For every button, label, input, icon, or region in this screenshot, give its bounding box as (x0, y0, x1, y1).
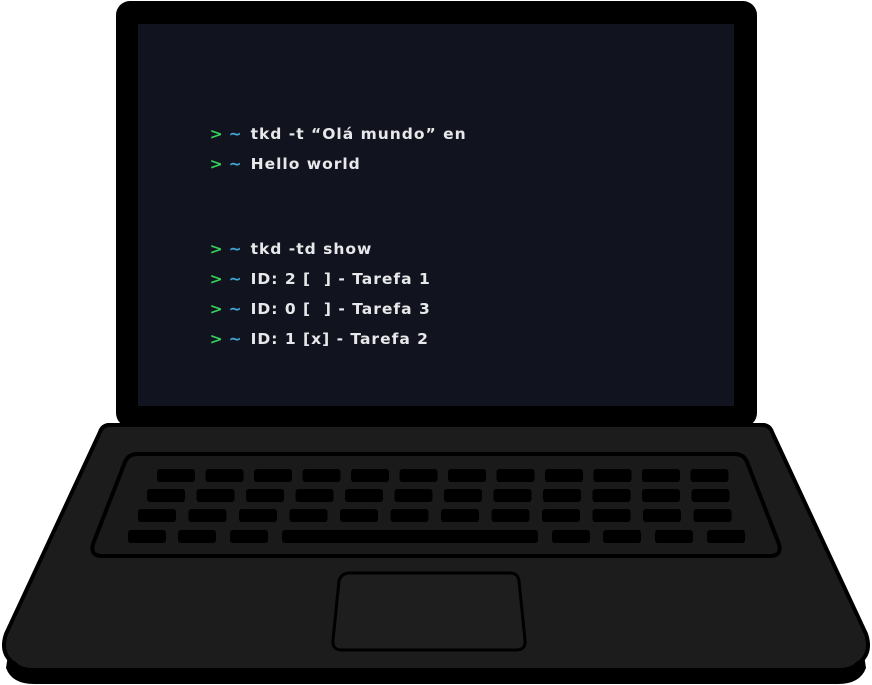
keyboard-key[interactable] (642, 489, 680, 502)
keyboard-key[interactable] (655, 530, 693, 543)
keyboard-key[interactable] (545, 469, 583, 482)
terminal-line: > ~ tkd -td show (184, 216, 372, 258)
terminal-line: > ~ ID: 0 [ ] - Tarefa 3 (184, 276, 431, 318)
keyboard-key[interactable] (643, 509, 681, 522)
keyboard-key[interactable] (239, 509, 277, 522)
keyboard-key[interactable] (496, 469, 535, 482)
prompt-arrow: > (209, 330, 224, 348)
keyboard-key[interactable] (246, 489, 284, 502)
keyboard-key[interactable] (345, 489, 383, 502)
keyboard-key[interactable] (593, 469, 632, 482)
spacebar-key[interactable] (282, 530, 538, 543)
keyboard-key[interactable] (128, 530, 166, 543)
trackpad[interactable] (331, 571, 527, 652)
keyboard-key[interactable] (178, 530, 216, 543)
terminal-line: > ~ tkd -t “Olá mundo” en (184, 101, 467, 143)
keyboard-key[interactable] (448, 469, 486, 482)
keyboard-key[interactable] (157, 469, 195, 482)
keyboard-key[interactable] (444, 489, 482, 502)
keyboard-key[interactable] (302, 469, 341, 482)
keyboard-key[interactable] (295, 489, 334, 502)
keyboard-key[interactable] (592, 509, 631, 522)
keyboard-key[interactable] (542, 509, 580, 522)
prompt-tilde: ~ (228, 330, 243, 348)
keyboard-key[interactable] (254, 469, 292, 482)
keyboard-key[interactable] (394, 489, 433, 502)
terminal-line: > ~ ID: 2 [ ] - Tarefa 1 (184, 246, 431, 288)
keyboard-key[interactable] (493, 489, 532, 502)
keyboard-key[interactable] (603, 530, 641, 543)
keyboard-key[interactable] (543, 489, 581, 502)
keyboard-key[interactable] (205, 469, 244, 482)
terminal-task-row: ID: 1 [x] - Tarefa 2 (250, 330, 429, 348)
keyboard-key[interactable] (491, 509, 530, 522)
keyboard-key[interactable] (592, 489, 631, 502)
keyboard-key[interactable] (230, 530, 268, 543)
prompt-arrow: > (209, 155, 224, 173)
keyboard-key[interactable] (340, 509, 378, 522)
keyboard-key[interactable] (399, 469, 438, 482)
keyboard-key[interactable] (707, 530, 745, 543)
keyboard-key[interactable] (691, 489, 730, 502)
keyboard-key[interactable] (138, 509, 176, 522)
keyboard-key[interactable] (390, 509, 429, 522)
terminal-line: > ~ ID: 1 [x] - Tarefa 2 (184, 306, 429, 348)
keyboard-key[interactable] (552, 530, 590, 543)
keyboard-key[interactable] (642, 469, 680, 482)
prompt-tilde: ~ (228, 155, 243, 173)
keyboard-key[interactable] (188, 509, 227, 522)
keyboard-key[interactable] (196, 489, 235, 502)
keyboard-key[interactable] (690, 469, 729, 482)
keyboard-key[interactable] (693, 509, 732, 522)
terminal-line: > ~ Hello world (184, 131, 361, 173)
terminal-output-translation: Hello world (250, 155, 361, 173)
keyboard-key[interactable] (289, 509, 328, 522)
keyboard-key[interactable] (351, 469, 389, 482)
terminal-screen: > ~ tkd -t “Olá mundo” en > ~ Hello world > ~… (138, 24, 734, 406)
keyboard-key[interactable] (441, 509, 479, 522)
keyboard-key[interactable] (147, 489, 185, 502)
